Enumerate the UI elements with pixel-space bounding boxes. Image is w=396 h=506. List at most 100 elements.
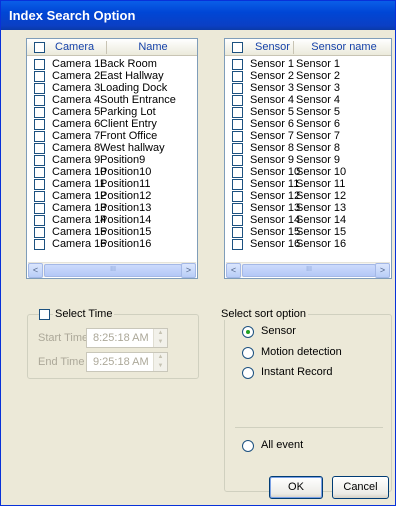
- list-item-id: Camera 6: [52, 118, 101, 130]
- list-item-checkbox[interactable]: [34, 215, 45, 226]
- list-item-checkbox[interactable]: [34, 59, 45, 70]
- list-item-checkbox[interactable]: [232, 155, 243, 166]
- list-item-checkbox[interactable]: [232, 239, 243, 250]
- list-item-name: Loading Dock: [100, 82, 168, 94]
- start-time-spinner[interactable]: ▲ ▼: [153, 329, 167, 347]
- scroll-right-button[interactable]: >: [375, 263, 390, 278]
- list-item-name: Sensor 8: [296, 142, 341, 154]
- list-item-checkbox[interactable]: [232, 131, 243, 142]
- cancel-button[interactable]: Cancel: [332, 476, 389, 499]
- all-event-radio-label[interactable]: All event: [261, 439, 303, 451]
- name-column-header[interactable]: Name: [107, 41, 199, 53]
- list-item-checkbox[interactable]: [232, 191, 243, 202]
- list-item-checkbox[interactable]: [34, 131, 45, 142]
- list-item-name: Position16: [100, 238, 152, 250]
- select-time-checkbox[interactable]: [39, 309, 50, 320]
- scroll-thumb[interactable]: III: [242, 264, 376, 277]
- list-item-checkbox[interactable]: [232, 143, 243, 154]
- list-item-checkbox[interactable]: [34, 83, 45, 94]
- list-item-id: Sensor 1: [250, 58, 295, 70]
- camera-list-hscrollbar[interactable]: < III >: [28, 262, 196, 278]
- list-item-checkbox[interactable]: [34, 203, 45, 214]
- list-item-checkbox[interactable]: [34, 179, 45, 190]
- scroll-left-button[interactable]: <: [28, 263, 43, 278]
- list-item-name: Position14: [100, 214, 152, 226]
- spin-up-icon[interactable]: ▲: [154, 353, 167, 362]
- list-item-id: Camera 15: [52, 226, 107, 238]
- instant-record-radio[interactable]: [242, 367, 254, 379]
- list-item-id: Sensor 14: [250, 214, 301, 226]
- scroll-left-button[interactable]: <: [226, 263, 241, 278]
- list-item-id: Sensor 15: [250, 226, 301, 238]
- list-item-checkbox[interactable]: [232, 59, 243, 70]
- spin-down-icon[interactable]: ▼: [154, 338, 167, 347]
- camera-column-header[interactable]: Camera: [55, 41, 94, 53]
- list-item-checkbox[interactable]: [34, 95, 45, 106]
- list-item-checkbox[interactable]: [232, 107, 243, 118]
- list-item-name: Sensor 6: [296, 118, 341, 130]
- list-item-checkbox[interactable]: [232, 83, 243, 94]
- scroll-right-button[interactable]: >: [181, 263, 196, 278]
- motion-detection-radio[interactable]: [242, 347, 254, 359]
- list-item-checkbox[interactable]: [34, 143, 45, 154]
- sensor-radio[interactable]: [242, 326, 254, 338]
- list-item-checkbox[interactable]: [34, 155, 45, 166]
- list-item-checkbox[interactable]: [34, 167, 45, 178]
- list-item-checkbox[interactable]: [232, 71, 243, 82]
- all-event-radio[interactable]: [242, 440, 254, 452]
- list-item-checkbox[interactable]: [232, 215, 243, 226]
- list-item-name: Position9: [100, 154, 146, 166]
- list-item-id: Camera 16: [52, 238, 107, 250]
- spin-down-icon[interactable]: ▼: [154, 362, 167, 371]
- start-time-picker[interactable]: 8:25:18 AM ▲ ▼: [86, 328, 168, 348]
- sensor-name-column-header[interactable]: Sensor name: [295, 41, 393, 53]
- list-item-checkbox[interactable]: [232, 227, 243, 238]
- sensor-list-hscrollbar[interactable]: < III >: [226, 262, 390, 278]
- list-item-name: Sensor 9: [296, 154, 341, 166]
- motion-detection-radio-label[interactable]: Motion detection: [261, 346, 342, 358]
- list-item-checkbox[interactable]: [232, 179, 243, 190]
- list-item-id: Sensor 12: [250, 190, 301, 202]
- list-item-name: West hallway: [100, 142, 165, 154]
- list-item-name: Sensor 10: [296, 166, 347, 178]
- window-title: Index Search Option: [9, 8, 136, 23]
- list-item-id: Sensor 9: [250, 154, 295, 166]
- list-item-name: Sensor 4: [296, 94, 341, 106]
- camera-list[interactable]: Camera Name Camera 1 Back Room Camera 2 Eas…: [26, 38, 198, 279]
- select-all-sensors-checkbox[interactable]: [232, 42, 243, 53]
- select-time-label[interactable]: Select Time: [53, 308, 115, 320]
- list-item-checkbox[interactable]: [34, 191, 45, 202]
- list-item-name: Sensor 3: [296, 82, 341, 94]
- scroll-thumb[interactable]: III: [44, 264, 182, 277]
- spin-up-icon[interactable]: ▲: [154, 329, 167, 338]
- list-item-checkbox[interactable]: [232, 167, 243, 178]
- list-item-id: Sensor 10: [250, 166, 301, 178]
- sort-divider: [235, 427, 383, 428]
- end-time-picker[interactable]: 9:25:18 AM ▲ ▼: [86, 352, 168, 372]
- list-item-checkbox[interactable]: [34, 107, 45, 118]
- list-item-id: Camera 13: [52, 202, 107, 214]
- end-time-spinner[interactable]: ▲ ▼: [153, 353, 167, 371]
- list-item-name: Position10: [100, 166, 152, 178]
- sensor-radio-label[interactable]: Sensor: [261, 325, 296, 337]
- list-item-name: East Hallway: [100, 70, 164, 82]
- list-item-checkbox[interactable]: [34, 239, 45, 250]
- sort-option-label: Select sort option: [219, 308, 308, 320]
- sensor-column-header[interactable]: Sensor: [255, 41, 290, 53]
- list-item-checkbox[interactable]: [34, 71, 45, 82]
- sensor-list[interactable]: Sensor Sensor name Sensor 1 Sensor 1 Senso…: [224, 38, 392, 279]
- list-item-checkbox[interactable]: [34, 119, 45, 130]
- list-item-name: Position15: [100, 226, 152, 238]
- column-divider[interactable]: [293, 41, 294, 54]
- select-all-cameras-checkbox[interactable]: [34, 42, 45, 53]
- list-item-id: Camera 10: [52, 166, 107, 178]
- list-item-checkbox[interactable]: [232, 95, 243, 106]
- list-item-checkbox[interactable]: [232, 119, 243, 130]
- list-item[interactable]: Camera 16 Position16: [27, 238, 197, 251]
- list-item[interactable]: Sensor 16 Sensor 16: [225, 238, 391, 251]
- list-item-checkbox[interactable]: [34, 227, 45, 238]
- ok-button[interactable]: OK: [269, 476, 323, 499]
- list-item-id: Camera 4: [52, 94, 101, 106]
- list-item-checkbox[interactable]: [232, 203, 243, 214]
- instant-record-radio-label[interactable]: Instant Record: [261, 366, 333, 378]
